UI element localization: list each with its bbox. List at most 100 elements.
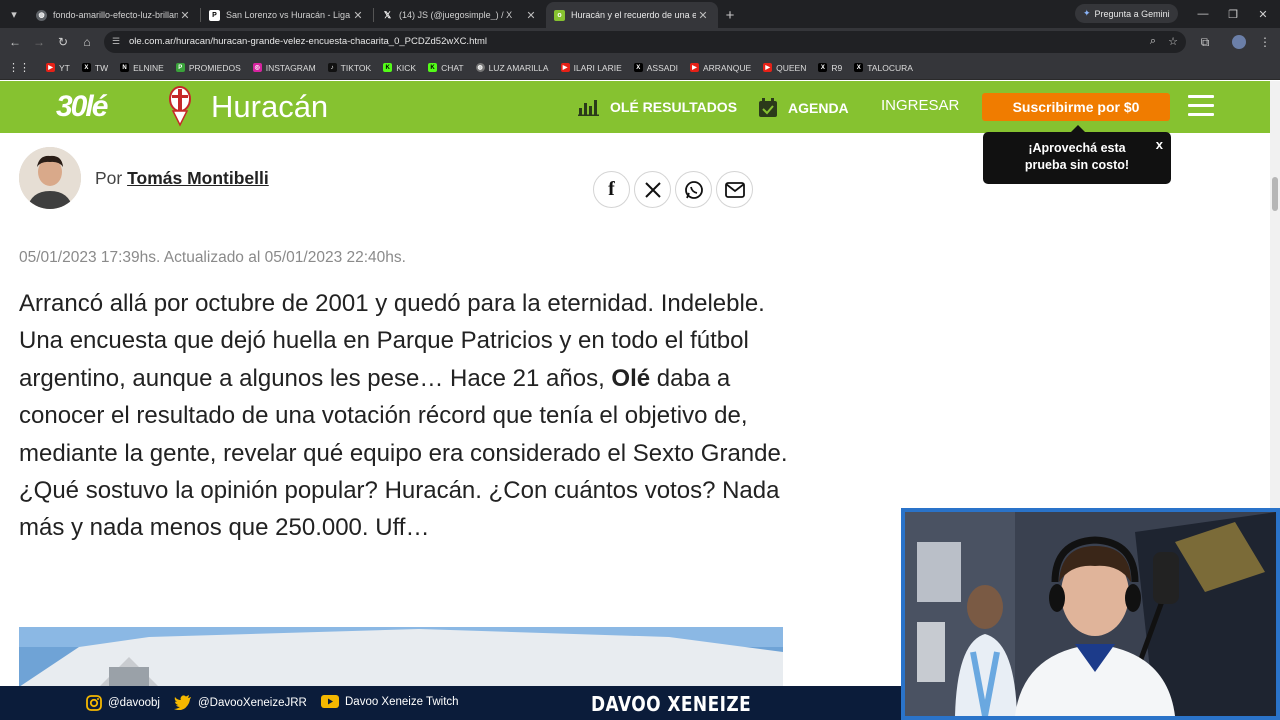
author-avatar[interactable]	[19, 147, 81, 209]
bookmark-ilari[interactable]: ▶ ILARI LARIE	[560, 63, 622, 73]
home-icon[interactable]: ⌂	[78, 34, 96, 50]
gemini-sparkle-icon: ✦	[1083, 8, 1091, 18]
bookmark-label: CHAT	[441, 62, 464, 73]
new-tab-icon[interactable]: +	[718, 2, 742, 28]
ole-favicon-icon: o	[554, 9, 565, 21]
share-whatsapp-button[interactable]	[675, 171, 712, 208]
ole-resultados-link[interactable]: OLÉ RESULTADOS	[578, 98, 737, 116]
ingresar-link[interactable]: INGRESAR	[881, 97, 959, 114]
gemini-button[interactable]: ✦ Pregunta a Gemini	[1075, 4, 1178, 23]
bookmark-arranque[interactable]: ▶ ARRANQUE	[689, 62, 752, 73]
bookmark-luz-amarilla[interactable]: ◍ LUZ AMARILLA	[475, 62, 549, 73]
agenda-link[interactable]: AGENDA	[758, 98, 849, 118]
restore-icon[interactable]: ❐	[1218, 0, 1248, 28]
close-window-icon[interactable]: ✕	[1248, 0, 1278, 28]
tab-active[interactable]: o Huracán y el recuerdo de una encuesta …	[546, 2, 718, 28]
bookmark-label: KICK	[396, 62, 417, 73]
kick-icon: K	[428, 63, 438, 72]
x-logo-icon	[644, 181, 661, 198]
apps-icon[interactable]: ⋮⋮	[8, 61, 30, 74]
bookmark-label: ASSADI	[646, 62, 678, 73]
zoom-icon[interactable]: ⌕	[1150, 35, 1156, 48]
share-facebook-button[interactable]: f	[593, 171, 630, 208]
url-text[interactable]: ole.com.ar/huracan/huracan-grande-velez-…	[129, 36, 487, 47]
minimize-icon[interactable]: —	[1188, 0, 1218, 28]
ingresar-label: INGRESAR	[881, 97, 960, 114]
bookmark-promiedos[interactable]: P PROMIEDOS	[175, 63, 241, 73]
ole-logo[interactable]: 30lé	[56, 90, 108, 124]
elnine-icon: N	[120, 63, 130, 72]
stream-title: DAVOO XENEIZE	[591, 692, 752, 716]
bookmark-elnine[interactable]: N ELNINE	[120, 63, 164, 73]
bookmark-label: LUZ AMARILLA	[488, 62, 549, 73]
calendar-icon	[759, 98, 777, 117]
reload-icon[interactable]: ↻	[54, 34, 72, 50]
byline: Por Tomás Montibelli	[95, 168, 269, 189]
bookmark-yt[interactable]: ▶ YT	[46, 63, 70, 73]
stream-overlay-bar: @davoobj @DavooXeneizeJRR Davoo Xeneize …	[0, 686, 905, 720]
tab-2[interactable]: P San Lorenzo vs Huracán - Liga Profesio…	[201, 2, 373, 28]
tab-1[interactable]: ◍ fondo-amarillo-efecto-luz-brillante ✕	[28, 2, 200, 28]
globe-icon: ◍	[475, 63, 485, 72]
bookmark-queen[interactable]: ▶ QUEEN	[763, 63, 806, 73]
forward-icon[interactable]: →	[30, 34, 48, 50]
bookmark-tiktok[interactable]: ♪ TIKTOK	[327, 63, 371, 73]
close-tab-icon[interactable]: ✕	[524, 9, 538, 22]
omnibox[interactable]: ☰ ole.com.ar/huracan/huracan-grande-vele…	[104, 31, 1186, 53]
youtube-channel: Davoo Xeneize Twitch	[345, 695, 459, 708]
email-icon	[724, 181, 745, 198]
x-logo-icon: 𝕏	[383, 9, 392, 20]
bookmark-label: ARRANQUE	[702, 62, 752, 73]
tab-3[interactable]: 𝕏 (14) JS (@juegosimple_) / X ✕	[374, 2, 546, 28]
bookmark-assadi[interactable]: X ASSADI	[633, 62, 678, 73]
gemini-label: Pregunta a Gemini	[1094, 8, 1170, 19]
youtube-icon: ▶	[763, 63, 773, 72]
youtube-icon: ▶	[46, 63, 55, 72]
subscribe-button[interactable]: Suscribirme por $0	[982, 93, 1170, 121]
bookmark-star-icon[interactable]: ☆	[1168, 35, 1178, 48]
tab-title: fondo-amarillo-efecto-luz-brillante	[53, 10, 178, 20]
body-bold-brand: Olé	[611, 364, 651, 392]
bookmark-talocura[interactable]: X TALOCURA	[854, 63, 913, 73]
author-link[interactable]: Tomás Montibelli	[127, 168, 269, 188]
share-email-button[interactable]	[716, 171, 753, 208]
promo-line-1: ¡Aprovechá esta	[1028, 141, 1126, 155]
close-tab-icon[interactable]: ✕	[178, 9, 192, 22]
agenda-label: AGENDA	[788, 100, 849, 116]
back-icon[interactable]: ←	[6, 34, 24, 50]
bookmark-chat[interactable]: K CHAT	[428, 63, 464, 73]
globe-icon: ◍	[36, 9, 47, 21]
club-name[interactable]: Huracán	[211, 89, 328, 125]
youtube-icon: ▶	[560, 63, 570, 72]
promo-close-button[interactable]: x	[1156, 136, 1163, 153]
close-tab-icon[interactable]: ✕	[696, 9, 710, 22]
bookmark-kick[interactable]: K KICK	[383, 63, 416, 73]
x-logo-icon: X	[818, 63, 828, 72]
instagram-icon: ◎	[252, 63, 262, 72]
hamburger-menu-icon[interactable]	[1188, 95, 1214, 117]
site-info-icon[interactable]: ☰	[112, 36, 124, 48]
close-tab-icon[interactable]: ✕	[351, 9, 365, 22]
x-logo-icon: X	[854, 63, 864, 72]
bookmark-instagram[interactable]: ◎ INSTAGRAM	[252, 63, 316, 73]
extensions-icon[interactable]: ⧉	[1196, 34, 1214, 50]
promiedos-icon: P	[209, 9, 220, 21]
article-body: Arrancó allá por octubre de 2001 y quedó…	[19, 285, 789, 547]
bookmark-r9[interactable]: X R9	[818, 63, 842, 73]
profile-icon[interactable]	[1230, 34, 1248, 50]
x-logo-icon: X	[81, 63, 91, 72]
stream-twitter: @DavooXeneizeJRR	[174, 695, 307, 710]
tab-search-icon[interactable]: ▾	[0, 0, 28, 28]
bookmark-tw[interactable]: X TW	[81, 62, 109, 73]
webcam-video	[905, 512, 1276, 716]
huracan-crest-icon[interactable]	[168, 85, 192, 127]
article-dateline: 05/01/2023 17:39hs. Actualizado al 05/01…	[19, 249, 406, 266]
instagram-icon	[86, 695, 102, 711]
scrollbar-thumb[interactable]	[1272, 177, 1278, 211]
share-x-button[interactable]	[634, 171, 671, 208]
byline-prefix: Por	[95, 168, 123, 188]
article-image[interactable]	[19, 627, 783, 687]
ole-resultados-label: OLÉ RESULTADOS	[610, 99, 738, 115]
bookmark-label: TW	[94, 62, 109, 73]
more-menu-icon[interactable]: ⋮	[1256, 34, 1274, 50]
